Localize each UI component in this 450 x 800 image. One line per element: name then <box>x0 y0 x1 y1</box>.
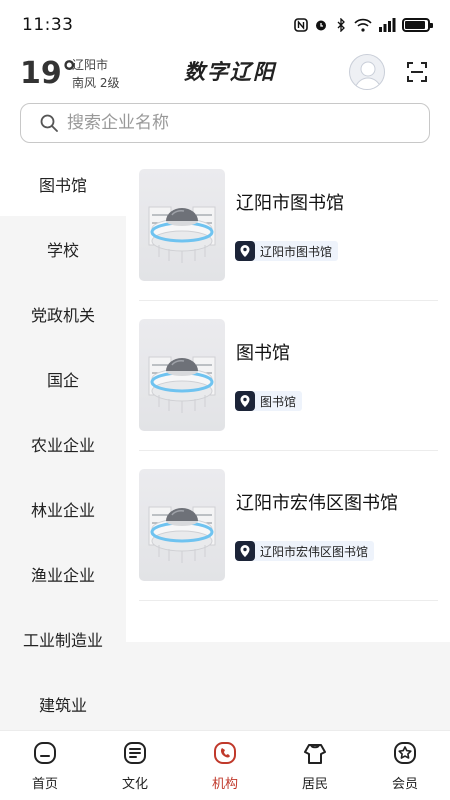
avatar[interactable] <box>349 54 385 90</box>
location-tag: 图书馆 <box>235 391 303 411</box>
search-input[interactable] <box>67 113 397 133</box>
sidebar-item[interactable]: 建筑业 <box>0 671 126 730</box>
sidebar-item[interactable]: 国企 <box>0 346 126 411</box>
sidebar-item[interactable]: 图书馆 <box>0 151 126 216</box>
sidebar-item[interactable]: 党政机关 <box>0 281 126 346</box>
nav-item[interactable]: 机构 <box>180 731 270 800</box>
item-title: 辽阳市宏伟区图书馆 <box>236 493 398 514</box>
sidebar-item[interactable]: 学校 <box>0 216 126 281</box>
location-text: 辽阳市宏伟区图书馆 <box>260 544 369 559</box>
location-pin-icon <box>235 541 255 561</box>
item-title: 辽阳市图书馆 <box>236 193 344 214</box>
home-icon <box>31 739 59 767</box>
nav-item[interactable]: 文化 <box>90 731 180 800</box>
nav-label: 机构 <box>211 777 238 792</box>
nav-label: 居民 <box>301 777 328 792</box>
wifi-icon <box>354 18 372 32</box>
thumbnail <box>139 319 225 431</box>
resident-icon <box>301 739 329 767</box>
search-icon <box>40 114 58 132</box>
weather-wind: 南风 2级 <box>72 76 120 90</box>
member-icon <box>391 739 419 767</box>
nav-label: 文化 <box>121 777 148 792</box>
status-bar: 11:33 <box>0 0 450 50</box>
weather-temperature: 19° <box>20 56 77 91</box>
location-text: 辽阳市图书馆 <box>260 244 333 259</box>
list-item[interactable]: 辽阳市图书馆 辽阳市图书馆 <box>139 151 438 301</box>
nav-item[interactable]: 首页 <box>0 731 90 800</box>
location-tag: 辽阳市宏伟区图书馆 <box>235 541 375 561</box>
sidebar-item[interactable]: 农业企业 <box>0 411 126 476</box>
location-text: 图书馆 <box>260 394 297 409</box>
nav-label: 首页 <box>31 777 58 792</box>
bottom-nav: 首页 文化 机构 居民 会员 <box>0 730 450 800</box>
bluetooth-icon <box>334 17 348 33</box>
signal-icon <box>378 18 396 32</box>
sidebar-item[interactable]: 渔业企业 <box>0 541 126 606</box>
library-building-image <box>148 506 216 563</box>
sidebar-item[interactable]: 工业制造业 <box>0 606 126 671</box>
alarm-icon <box>314 18 328 32</box>
list-item[interactable]: 图书馆 图书馆 <box>139 301 438 451</box>
scan-button[interactable] <box>405 60 429 84</box>
list-item[interactable]: 辽阳市宏伟区图书馆 辽阳市宏伟区图书馆 <box>139 451 438 601</box>
nav-label: 会员 <box>391 777 418 792</box>
battery-fill <box>405 21 425 29</box>
item-title: 图书馆 <box>236 343 290 364</box>
status-icons <box>294 17 433 33</box>
sidebar-item[interactable]: 林业企业 <box>0 476 126 541</box>
header: 19° 辽阳市 南风 2级 数字辽阳 <box>0 50 450 98</box>
institution-list: 辽阳市图书馆 辽阳市图书馆 图书馆 图书馆 辽阳市宏伟区图书馆 辽阳市宏伟区图书馆 <box>126 151 450 642</box>
culture-icon <box>121 739 149 767</box>
location-tag: 辽阳市图书馆 <box>235 241 339 261</box>
library-building-image <box>148 356 216 413</box>
scan-icon <box>407 62 427 82</box>
thumbnail <box>139 169 225 281</box>
location-pin-icon <box>235 391 255 411</box>
nav-item[interactable]: 会员 <box>360 731 450 800</box>
app-title: 数字辽阳 <box>184 59 276 84</box>
thumbnail <box>139 469 225 581</box>
category-sidebar: 图书馆 学校 党政机关 国企 农业企业 林业企业 渔业企业 工业制造业 建筑业 <box>0 151 126 730</box>
nfc-icon <box>294 18 308 32</box>
weather-city: 辽阳市 <box>72 58 109 72</box>
main-content: 辽阳市图书馆 辽阳市图书馆 图书馆 图书馆 辽阳市宏伟区图书馆 辽阳市宏伟区图书馆 <box>126 151 450 730</box>
user-icon <box>354 61 382 89</box>
library-building-image <box>148 206 216 263</box>
location-pin-icon <box>235 241 255 261</box>
search-bar[interactable] <box>20 103 430 143</box>
nav-item[interactable]: 居民 <box>270 731 360 800</box>
battery-icon <box>402 18 433 32</box>
status-time: 11:33 <box>22 15 74 35</box>
institution-icon <box>211 739 239 767</box>
